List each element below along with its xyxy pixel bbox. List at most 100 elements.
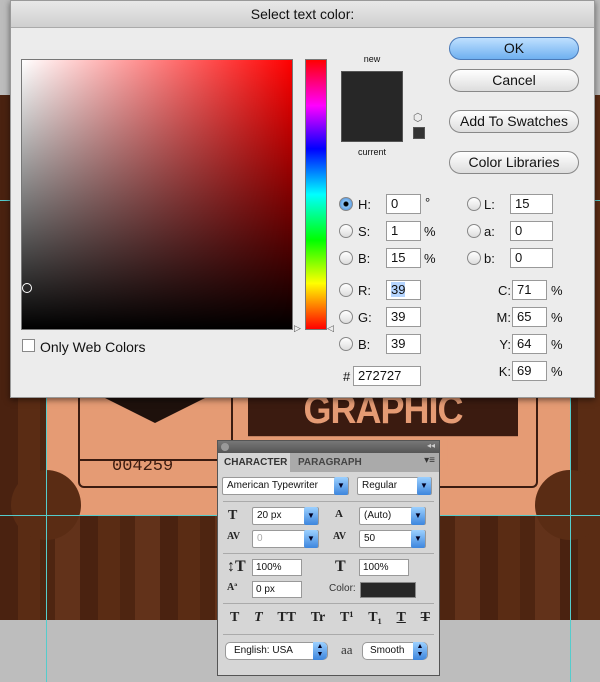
websafe-swatch[interactable] — [413, 127, 425, 139]
dialog-title: Select text color: — [11, 1, 594, 28]
m-label: M: — [496, 310, 511, 325]
language-value: English: USA — [234, 645, 293, 656]
tracking-icon: AV — [333, 531, 347, 542]
brightness-input[interactable]: 15 — [386, 248, 421, 268]
subscript-button[interactable]: T₁ — [368, 610, 382, 626]
horizontal-scale-icon: T — [335, 558, 346, 575]
cancel-button[interactable]: Cancel — [449, 69, 579, 92]
blue-input[interactable]: 39 — [386, 334, 421, 354]
brightness-label: B: — [358, 251, 371, 266]
superscript-button[interactable]: T¹ — [340, 610, 354, 626]
faux-bold-button[interactable]: T — [230, 610, 239, 626]
radio-l[interactable] — [467, 197, 481, 211]
radio-h[interactable] — [339, 197, 353, 211]
radio-b-lab[interactable] — [467, 251, 481, 265]
y-label: Y: — [499, 337, 511, 352]
only-web-colors-label: Only Web Colors — [40, 339, 146, 355]
collapse-icon[interactable]: ◂◂ — [427, 441, 435, 450]
h-label: H: — [358, 197, 371, 212]
tracking-value: 50 — [364, 533, 376, 544]
underline-button[interactable]: T — [397, 610, 406, 626]
current-label: current — [357, 147, 386, 157]
k-input[interactable]: 69 — [512, 361, 547, 381]
tracking-select[interactable]: 50 ▼ — [359, 530, 426, 548]
b-lab-input[interactable]: 0 — [510, 248, 553, 268]
antialias-select[interactable]: Smooth ▲ ▼ — [362, 642, 428, 660]
strikethrough-button[interactable]: T — [421, 610, 430, 626]
blue-label: B: — [358, 337, 371, 352]
arrow-shape — [105, 398, 205, 423]
only-web-colors-checkbox[interactable] — [22, 339, 35, 352]
ok-button[interactable]: OK — [449, 37, 579, 60]
r-input[interactable]: 39 — [386, 280, 421, 300]
hex-input[interactable]: 272727 — [353, 366, 421, 386]
color-field[interactable] — [21, 59, 293, 330]
radio-brightness[interactable] — [339, 251, 353, 265]
h-input[interactable]: 0 — [386, 194, 421, 214]
font-size-value: 20 px — [257, 510, 282, 521]
vertical-scale-input[interactable]: 100% — [252, 559, 302, 576]
panel-menu-icon[interactable]: ▾≡ — [424, 455, 435, 466]
radio-a[interactable] — [467, 224, 481, 238]
chevron-down-icon: ▼ — [411, 530, 425, 548]
g-input[interactable]: 39 — [386, 307, 421, 327]
y-input[interactable]: 64 — [512, 334, 547, 354]
color-swatch — [341, 71, 403, 142]
close-icon[interactable] — [221, 443, 229, 451]
all-caps-button[interactable]: TT — [277, 610, 296, 626]
radio-blue[interactable] — [339, 337, 353, 351]
kerning-select[interactable]: 0 ▼ — [252, 530, 319, 548]
style-buttons: T T TT Tr T¹ T₁ T T — [230, 610, 430, 626]
language-select[interactable]: English: USA ▲ ▼ — [225, 642, 328, 660]
radio-g[interactable] — [339, 310, 353, 324]
small-caps-button[interactable]: Tr — [311, 610, 326, 626]
chevron-down-icon: ▼ — [334, 477, 348, 495]
font-style-value: Regular — [362, 480, 398, 491]
leading-select[interactable]: (Auto) ▼ — [359, 507, 426, 525]
tab-paragraph[interactable]: PARAGRAPH — [292, 453, 368, 472]
a-input[interactable]: 0 — [510, 221, 553, 241]
divider — [223, 501, 434, 502]
horizontal-scale-input[interactable]: 100% — [359, 559, 409, 576]
tab-character[interactable]: CHARACTER — [218, 453, 290, 472]
antialias-icon: aa — [341, 642, 353, 657]
add-to-swatches-button[interactable]: Add To Swatches — [449, 110, 579, 133]
baseline-shift-input[interactable]: 0 px — [252, 581, 302, 598]
s-unit: % — [424, 224, 436, 239]
l-input[interactable]: 15 — [510, 194, 553, 214]
font-size-icon: T — [228, 508, 238, 523]
brightness-unit: % — [424, 251, 436, 266]
s-input[interactable]: 1 — [386, 221, 421, 241]
hue-slider[interactable] — [305, 59, 327, 330]
color-field-cursor[interactable] — [22, 283, 32, 293]
new-label: new — [363, 54, 381, 64]
k-label: K: — [498, 364, 511, 379]
kerning-value: 0 — [257, 533, 263, 544]
radio-r[interactable] — [339, 283, 353, 297]
character-panel: ◂◂ CHARACTER PARAGRAPH ▾≡ American Typew… — [217, 440, 440, 676]
stepper-icon: ▲ ▼ — [313, 642, 327, 660]
panel-tabs: CHARACTER PARAGRAPH ▾≡ — [218, 453, 439, 472]
text-color-swatch[interactable] — [360, 582, 416, 598]
font-size-select[interactable]: 20 px ▼ — [252, 507, 319, 525]
color-picker-dialog: Select text color: ▷ ◁ new current ⬡ Onl… — [10, 0, 595, 398]
r-label: R: — [358, 283, 371, 298]
baseline-shift-icon: Aª — [227, 582, 238, 593]
hex-label: # — [343, 369, 351, 384]
chevron-down-icon: ▼ — [411, 507, 425, 525]
radio-s[interactable] — [339, 224, 353, 238]
a-label: a: — [484, 224, 495, 239]
cube-icon[interactable]: ⬡ — [413, 111, 423, 124]
m-unit: % — [551, 310, 563, 325]
font-family-select[interactable]: American Typewriter ▼ — [222, 477, 349, 495]
color-libraries-button[interactable]: Color Libraries — [449, 151, 579, 174]
m-input[interactable]: 65 — [512, 307, 547, 327]
panel-header[interactable]: ◂◂ — [218, 441, 439, 453]
hue-slider-left-arrow[interactable]: ▷ — [294, 323, 301, 334]
s-label: S: — [358, 224, 371, 239]
c-input[interactable]: 71 — [512, 280, 547, 300]
font-style-select[interactable]: Regular ▼ — [357, 477, 432, 495]
hue-slider-right-arrow[interactable]: ◁ — [327, 323, 334, 334]
y-unit: % — [551, 337, 563, 352]
faux-italic-button[interactable]: T — [254, 610, 263, 626]
